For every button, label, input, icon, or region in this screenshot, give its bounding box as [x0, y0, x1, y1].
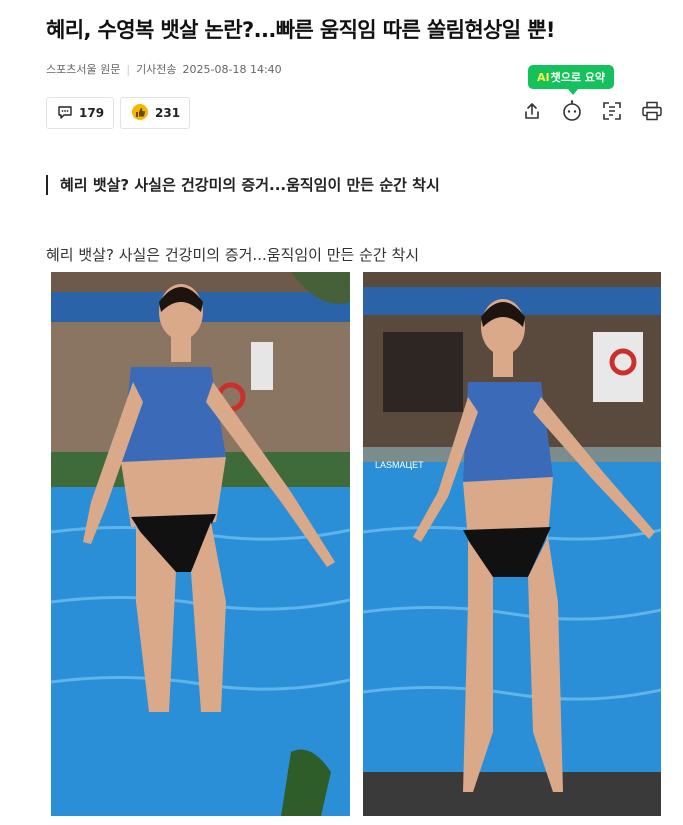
thumbs-up-icon	[131, 103, 149, 124]
published-label: 기사전송	[136, 63, 177, 76]
pool-sign-text: LASMAЦЕТ	[375, 460, 424, 470]
article-photo-right: LASMAЦЕТ	[363, 272, 661, 816]
ai-chatbot-icon[interactable]	[560, 99, 584, 123]
published-date: 2025-08-18 14:40	[182, 62, 282, 76]
source-link[interactable]: 스포츠서울 원문	[46, 61, 120, 77]
like-button[interactable]: 231	[120, 97, 190, 129]
ai-summary-badge[interactable]: AI 챗으로 요약	[528, 65, 615, 95]
ai-badge-label: 챗으로 요약	[550, 71, 606, 84]
share-icon[interactable]	[520, 99, 544, 123]
image-caption: 혜리 뱃살? 사실은 건강미의 증거...움직임이 만든 순간 착시	[46, 246, 420, 264]
article-subheading: 혜리 뱃살? 사실은 건강미의 증거...움직임이 만든 순간 착시	[46, 175, 440, 195]
ai-badge-prefix: AI	[537, 70, 550, 84]
comment-button[interactable]: 179	[46, 97, 114, 129]
like-count: 231	[155, 106, 181, 120]
comment-count: 179	[79, 106, 105, 120]
meta-divider: |	[126, 62, 131, 76]
scan-icon[interactable]	[600, 99, 624, 123]
article-photo-left	[51, 272, 350, 816]
print-icon[interactable]	[640, 99, 664, 123]
comment-icon	[57, 104, 73, 123]
article-headline: 혜리, 수영복 뱃살 논란?...빠른 움직임 따른 쏠림현상일 뿐!	[46, 18, 555, 42]
article-meta: 스포츠서울 원문 | 기사전송 2025-08-18 14:40	[46, 61, 282, 77]
